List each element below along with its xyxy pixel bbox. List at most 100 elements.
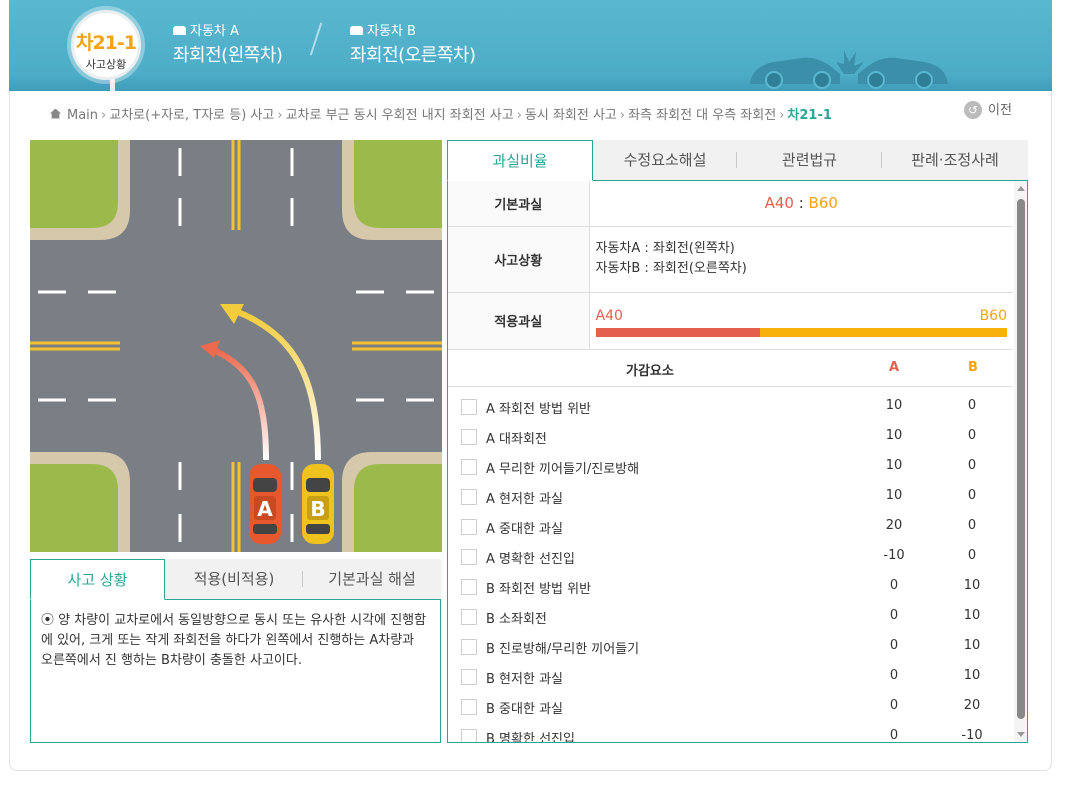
case-sub: 사고상황 <box>85 58 127 71</box>
basic-fault-label: 기본과실 <box>448 181 590 227</box>
modifier-name: B 좌회전 방법 위반 <box>486 582 592 597</box>
corner-top-right <box>342 140 442 240</box>
modifier-value-b: 10 <box>963 638 981 653</box>
modifier-value-b: 0 <box>967 488 977 503</box>
tab-related-laws[interactable]: 관련법규 <box>737 140 882 180</box>
modifier-checkbox[interactable] <box>461 429 477 445</box>
breadcrumb-separator: › <box>101 108 107 123</box>
situation-row: 사고상황 자동차A : 좌회전(왼쪽차) 자동차B : 좌회전(오른쪽차) <box>448 226 1013 293</box>
scrollbar[interactable] <box>1014 181 1027 742</box>
back-arrow-icon: ↺ <box>964 101 982 119</box>
applied-fault-value: A40 B60 <box>589 292 1013 350</box>
modifier-checkbox[interactable] <box>461 399 477 415</box>
modifier-checkbox[interactable] <box>461 639 477 655</box>
modifier-value-a: 10 <box>885 428 903 443</box>
modifier-row: B 명확한 선진입 0 -10 <box>448 721 1013 743</box>
modifier-name: B 진로방해/무리한 끼어들기 <box>486 642 640 657</box>
modifier-row: B 현저한 과실 0 10 <box>448 661 1013 691</box>
modifier-value-b: 0 <box>967 428 977 443</box>
car-a-letter: A <box>257 497 273 521</box>
modifier-rows: A 좌회전 방법 위반 10 0 A 대좌회전 10 0 A 무리한 끼어들기/진로방해 10… <box>448 387 1013 743</box>
modifier-checkbox[interactable] <box>461 519 477 535</box>
fault-info-table: 기본과실 A40 : B60 사고상황 자동차A : 좌회전(왼쪽차) 자동차B … <box>448 181 1013 350</box>
modifier-value-b: 0 <box>967 518 977 533</box>
slash-divider <box>309 22 323 56</box>
modifier-value-b: 0 <box>967 458 977 473</box>
modifier-checkbox[interactable] <box>461 669 477 685</box>
case-code: 차21-1 <box>75 32 137 54</box>
applied-fault-b: B60 <box>979 307 1007 324</box>
modifier-value-a: 10 <box>885 488 903 503</box>
breadcrumb-item[interactable]: 좌측 좌회전 대 우측 좌회전 <box>628 108 776 123</box>
breadcrumb-item[interactable]: Main <box>67 108 98 123</box>
tab-applicability[interactable]: 적용(비적용) <box>165 559 303 599</box>
applied-fault-bar <box>595 327 1007 337</box>
modifier-name: B 소좌회전 <box>486 612 547 627</box>
modifier-row: A 대좌회전 10 0 <box>448 421 1013 451</box>
situation-line-a: 자동차A : 좌회전(왼쪽차) <box>595 241 735 256</box>
modifier-value-b: 10 <box>963 608 981 623</box>
modifier-value-a: 10 <box>885 398 903 413</box>
prev-button[interactable]: ↺ 이전 <box>964 99 1012 119</box>
modifier-table: 가감요소 A B A 좌회전 방법 위반 10 0 A 대좌회전 10 0 A 무리한 끼어… <box>448 349 1013 743</box>
breadcrumb-item[interactable]: 교차로 부근 동시 우회전 내지 좌회전 사고 <box>286 108 514 123</box>
situation-description: ⦿ 양 차량이 교차로에서 동일방향으로 동시 또는 유사한 시각에 진행함에 … <box>30 600 441 743</box>
corner-bottom-right <box>342 452 442 552</box>
modifier-header-a: A <box>889 360 900 375</box>
car-b: B <box>302 464 334 544</box>
header-banner: 자동차 A 좌회전(왼쪽차) 자동차 B 좌회전(오른쪽차) <box>9 0 1052 91</box>
modifier-row: B 중대한 과실 0 20 <box>448 691 1013 721</box>
breadcrumb-separator: › <box>516 108 522 123</box>
basic-fault-row: 기본과실 A40 : B60 <box>448 181 1013 227</box>
car-a: A <box>249 464 281 544</box>
modifier-name: B 현저한 과실 <box>486 672 563 687</box>
modifier-value-b: 20 <box>963 698 981 713</box>
modifier-name: A 명확한 선진입 <box>486 552 575 567</box>
tab-applicability-label: 적용(비적용) <box>193 570 275 588</box>
modifier-header-name: 가감요소 <box>626 364 674 379</box>
applied-fault-label: 적용과실 <box>448 292 590 350</box>
tab-basic-fault-explanation[interactable]: 기본과실 해설 <box>303 559 441 599</box>
home-icon[interactable] <box>50 108 61 119</box>
modifier-value-a: 20 <box>885 518 903 533</box>
detail-tabs: 과실비율 수정요소해설 관련법규 판례·조정사례 <box>447 140 1028 181</box>
modifier-checkbox[interactable] <box>461 609 477 625</box>
car-a-label: 자동차 A <box>173 20 239 39</box>
modifier-checkbox[interactable] <box>461 729 477 742</box>
situation-tabs: 사고 상황 적용(비적용) 기본과실 해설 <box>30 559 441 600</box>
modifier-checkbox[interactable] <box>461 699 477 715</box>
modifier-checkbox[interactable] <box>461 549 477 565</box>
modifier-value-a: 10 <box>885 458 903 473</box>
modifier-value-b: 10 <box>963 578 981 593</box>
crash-illustration <box>750 50 948 89</box>
modifier-header-b: B <box>968 360 978 375</box>
basic-fault-value: A40 : B60 <box>589 181 1013 227</box>
breadcrumb-item[interactable]: 동시 좌회전 사고 <box>525 108 617 123</box>
tab-accident-situation[interactable]: 사고 상황 <box>30 559 165 600</box>
breadcrumb-item[interactable]: 교차로(+자로, T자로 등) 사고 <box>109 108 274 123</box>
car-icon <box>173 26 186 35</box>
modifier-value-a: 0 <box>889 578 899 593</box>
modifier-row: A 무리한 끼어들기/진로방해 10 0 <box>448 451 1013 481</box>
car-a-label-text: 자동차 A <box>190 24 239 39</box>
modifier-row: A 명확한 선진입 -10 0 <box>448 541 1013 571</box>
badge-stem <box>110 78 115 91</box>
modifier-name: B 중대한 과실 <box>486 702 563 717</box>
scroll-down-icon[interactable] <box>1017 732 1025 737</box>
corner-bottom-left <box>30 452 130 552</box>
breadcrumb-separator: › <box>277 108 283 123</box>
applied-fault-bar-a-fill <box>595 327 761 337</box>
scroll-thumb[interactable] <box>1017 199 1025 719</box>
tab-modifier-explanation[interactable]: 수정요소해설 <box>593 140 737 180</box>
tab-fault-ratio[interactable]: 과실비율 <box>447 140 593 181</box>
modifier-name: A 대좌회전 <box>486 432 547 447</box>
tab-precedents[interactable]: 판례·조정사례 <box>882 140 1028 180</box>
modifier-checkbox[interactable] <box>461 579 477 595</box>
modifier-value-a: 0 <box>889 698 899 713</box>
modifier-value-a: 0 <box>889 728 899 743</box>
modifier-header: 가감요소 A B <box>448 349 1013 387</box>
modifier-checkbox[interactable] <box>461 489 477 505</box>
accident-scene: A B <box>30 140 442 552</box>
scroll-up-icon[interactable] <box>1017 186 1025 191</box>
modifier-checkbox[interactable] <box>461 459 477 475</box>
